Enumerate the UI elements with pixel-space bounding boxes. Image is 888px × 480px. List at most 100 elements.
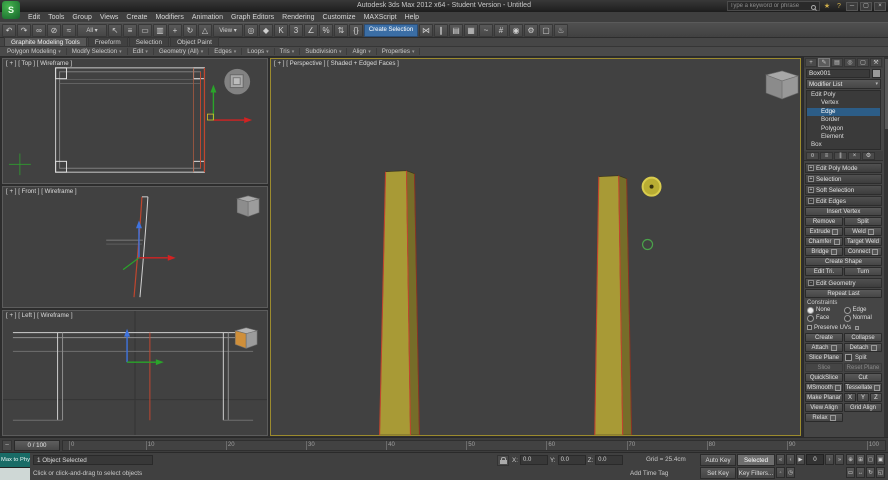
snaps-toggle-icon[interactable]: 3 [289, 23, 303, 37]
track-bar[interactable]: 0 10 20 30 40 50 60 70 80 90 100 [62, 439, 886, 451]
stack-element[interactable]: Element [807, 133, 880, 141]
zoom-extents-all-icon[interactable]: ▣ [876, 454, 885, 465]
viewport-top-label[interactable]: [ + ] [ Top ] [ Wireframe ] [6, 60, 72, 67]
angle-snap-toggle-icon[interactable]: ∠ [304, 23, 318, 37]
menu-group[interactable]: Group [68, 14, 95, 21]
panel-subdivision[interactable]: Subdivision [300, 48, 348, 55]
configure-modifier-sets-button[interactable]: ⚙ [862, 151, 875, 160]
add-time-tag[interactable]: Add Time Tag [630, 470, 668, 477]
slice-plane-button[interactable]: Slice Plane [805, 353, 843, 362]
constraint-edge-radio[interactable]: Edge [844, 306, 881, 314]
attach-button[interactable]: Attach [805, 343, 843, 352]
stack-border[interactable]: Border [807, 116, 880, 124]
graphite-ribbon-toggle-icon[interactable]: ▦ [464, 23, 478, 37]
panel-polygon-modeling[interactable]: Polygon Modeling [2, 48, 67, 55]
minimize-button[interactable]: ─ [846, 1, 858, 11]
move-gizmo[interactable] [124, 328, 164, 366]
menu-help[interactable]: Help [401, 14, 423, 21]
stack-edge[interactable]: Edge [807, 107, 880, 117]
rectangular-selection-region-icon[interactable]: ▭ [138, 23, 152, 37]
bind-to-space-warp-icon[interactable]: ≈ [62, 23, 76, 37]
panel-edit[interactable]: Edit [128, 48, 154, 55]
utilities-tab[interactable]: ⚒ [870, 58, 882, 67]
redo-icon[interactable]: ↷ [17, 23, 31, 37]
render-production-icon[interactable]: ♨ [554, 23, 568, 37]
front-viewport-canvas[interactable] [3, 187, 267, 307]
hierarchy-tab[interactable]: ▤ [831, 58, 843, 67]
chair-wireframe-top[interactable] [55, 67, 206, 173]
panel-geometry-all[interactable]: Geometry (All) [154, 48, 210, 55]
go-to-end-button[interactable]: » [835, 454, 844, 465]
motion-tab[interactable]: ◎ [844, 58, 856, 67]
go-to-start-button[interactable]: « [776, 454, 785, 465]
time-configuration-button[interactable]: ◷ [786, 467, 795, 478]
rendered-frame-window-icon[interactable]: ▢ [539, 23, 553, 37]
perspective-viewport-canvas[interactable] [271, 59, 800, 435]
stack-vertex[interactable]: Vertex [807, 99, 880, 107]
panel-scrollbar[interactable] [884, 57, 888, 437]
remove-button[interactable]: Remove [805, 217, 843, 226]
tab-graphite-modeling-tools[interactable]: Graphite Modeling Tools [4, 37, 87, 46]
zoom-extents-icon[interactable]: ▢ [866, 454, 875, 465]
curve-editor-icon[interactable]: ~ [479, 23, 493, 37]
modifier-list-dropdown[interactable]: Modifier List ▾ [806, 79, 881, 89]
left-viewport-canvas[interactable] [3, 311, 267, 435]
viewcube[interactable] [765, 70, 800, 100]
panel-properties[interactable]: Properties [377, 48, 421, 55]
panel-modify-selection[interactable]: Modify Selection [67, 48, 128, 55]
top-viewport-canvas[interactable] [3, 59, 267, 183]
viewport-front-label[interactable]: [ + ] [ Front ] [ Wireframe ] [6, 188, 77, 195]
pin-stack-button[interactable]: ¤ [806, 151, 819, 160]
zoom-all-icon[interactable]: ⊞ [856, 454, 865, 465]
detach-button[interactable]: Detach [844, 343, 882, 352]
menu-maxscript[interactable]: MAXScript [360, 14, 401, 21]
menu-modifiers[interactable]: Modifiers [151, 14, 187, 21]
menu-customize[interactable]: Customize [318, 14, 359, 21]
connect-button[interactable]: Connect [844, 247, 882, 256]
constraint-face-radio[interactable]: Face [807, 314, 844, 322]
named-selection-set-dropdown[interactable]: Create Selection [364, 23, 418, 37]
time-slider-handle[interactable]: 0 / 100 [14, 439, 60, 451]
play-button[interactable]: ▶ [796, 454, 805, 465]
panel-loops[interactable]: Loops [242, 48, 275, 55]
repeat-last-button[interactable]: Repeat Last [805, 289, 882, 298]
view-align-button[interactable]: View Align [805, 403, 843, 412]
reset-plane-button[interactable]: Reset Plane [844, 363, 882, 372]
menu-animation[interactable]: Animation [188, 14, 227, 21]
mini-curve-editor-button[interactable]: ~ [2, 439, 12, 451]
material-editor-icon[interactable]: ◉ [509, 23, 523, 37]
listener-input[interactable] [0, 467, 30, 480]
viewport-perspective-label[interactable]: [ + ] [ Perspective ] [ Shaded + Edged F… [274, 60, 399, 67]
create-button[interactable]: Create [805, 333, 843, 342]
weld-button[interactable]: Weld [844, 227, 882, 236]
select-by-name-icon[interactable]: ≡ [123, 23, 137, 37]
leg-mesh-right[interactable] [594, 175, 633, 435]
tab-freeform[interactable]: Freeform [87, 37, 128, 46]
infocenter-search-box[interactable] [727, 1, 820, 11]
edit-named-selection-sets-icon[interactable]: {} [349, 23, 363, 37]
key-filters-button[interactable]: Key Filters... [737, 467, 775, 479]
next-frame-button[interactable]: › [825, 454, 834, 465]
viewcube[interactable] [224, 68, 251, 95]
stack-edit-poly[interactable]: Edit Poly [807, 91, 880, 99]
rollout-selection[interactable]: + Selection [805, 174, 882, 184]
percent-snap-toggle-icon[interactable]: % [319, 23, 333, 37]
bridge-button[interactable]: Bridge [805, 247, 843, 256]
viewport-top[interactable]: [ + ] [ Top ] [ Wireframe ] [2, 58, 268, 184]
schematic-view-icon[interactable]: # [494, 23, 508, 37]
close-button[interactable]: × [874, 1, 886, 11]
selection-set-mode-dropdown[interactable]: Selected [737, 454, 775, 466]
tessellate-button[interactable]: Tessellate [844, 383, 882, 392]
create-tab[interactable]: + [805, 58, 817, 67]
slice-button[interactable]: Slice [805, 363, 843, 372]
align-icon[interactable]: ∥ [434, 23, 448, 37]
object-name-field[interactable]: Box001 [806, 69, 870, 78]
maximize-viewport-toggle-icon[interactable]: ◱ [876, 467, 885, 478]
keyboard-shortcut-override-icon[interactable]: K [274, 23, 288, 37]
select-object-icon[interactable]: ↖ [108, 23, 122, 37]
undo-icon[interactable]: ↶ [2, 23, 16, 37]
viewport-left[interactable]: [ + ] [ Left ] [ Wireframe ] [2, 310, 268, 436]
chair-wireframe-left[interactable] [12, 332, 254, 421]
zoom-icon[interactable]: ⊕ [846, 454, 855, 465]
rollout-edit-poly-mode[interactable]: + Edit Poly Mode [805, 163, 882, 173]
